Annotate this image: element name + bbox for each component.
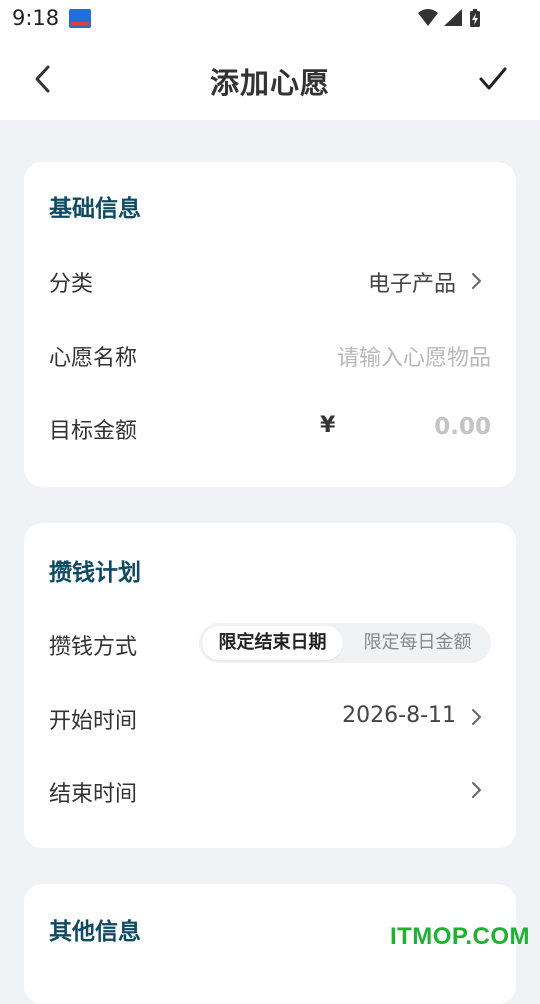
chevron-right-icon — [472, 782, 481, 798]
wifi-icon — [418, 9, 438, 26]
option-end-date[interactable]: 限定结束日期 — [202, 626, 343, 660]
saving-plan-card: 攒钱计划 攒钱方式 限定结束日期 限定每日金额 开始时间 2026-8-11 结… — [24, 523, 516, 848]
category-label: 分类 — [49, 272, 94, 297]
app-header: 添加心愿 — [0, 38, 540, 120]
start-time-value: 2026-8-11 — [342, 703, 456, 728]
saving-plan-title: 攒钱计划 — [49, 560, 141, 586]
page-title: 添加心愿 — [209, 66, 330, 100]
basic-info-title: 基础信息 — [49, 196, 141, 222]
basic-info-card: 基础信息 分类 电子产品 心愿名称 请输入心愿物品 目标金额 ¥ 0.00 — [24, 162, 516, 487]
end-time-label: 结束时间 — [49, 782, 138, 807]
wish-name-label: 心愿名称 — [49, 346, 138, 371]
watermark: ITMOP.COM — [389, 923, 530, 950]
option-daily-amount[interactable]: 限定每日金额 — [347, 626, 488, 660]
signal-icon — [444, 9, 462, 26]
category-value: 电子产品 — [367, 272, 456, 297]
saving-method-label: 攒钱方式 — [49, 635, 138, 660]
start-time-label: 开始时间 — [49, 709, 138, 734]
status-icons — [416, 8, 500, 28]
chevron-right-icon — [472, 273, 481, 289]
checkmark-icon[interactable] — [478, 64, 508, 94]
chevron-right-icon — [472, 709, 481, 725]
target-amount-label: 目标金额 — [49, 419, 138, 444]
app-notification-icon — [69, 9, 91, 28]
battery-charging-icon — [470, 9, 480, 27]
saving-method-segmented-control: 限定结束日期 限定每日金额 — [199, 623, 491, 663]
target-amount-input[interactable]: 0.00 — [434, 414, 491, 440]
currency-symbol: ¥ — [320, 413, 336, 438]
wish-name-input[interactable]: 请输入心愿物品 — [337, 340, 491, 372]
status-bar: 9:18 — [0, 0, 540, 38]
other-info-title: 其他信息 — [49, 919, 141, 945]
status-time: 9:18 — [12, 6, 60, 30]
